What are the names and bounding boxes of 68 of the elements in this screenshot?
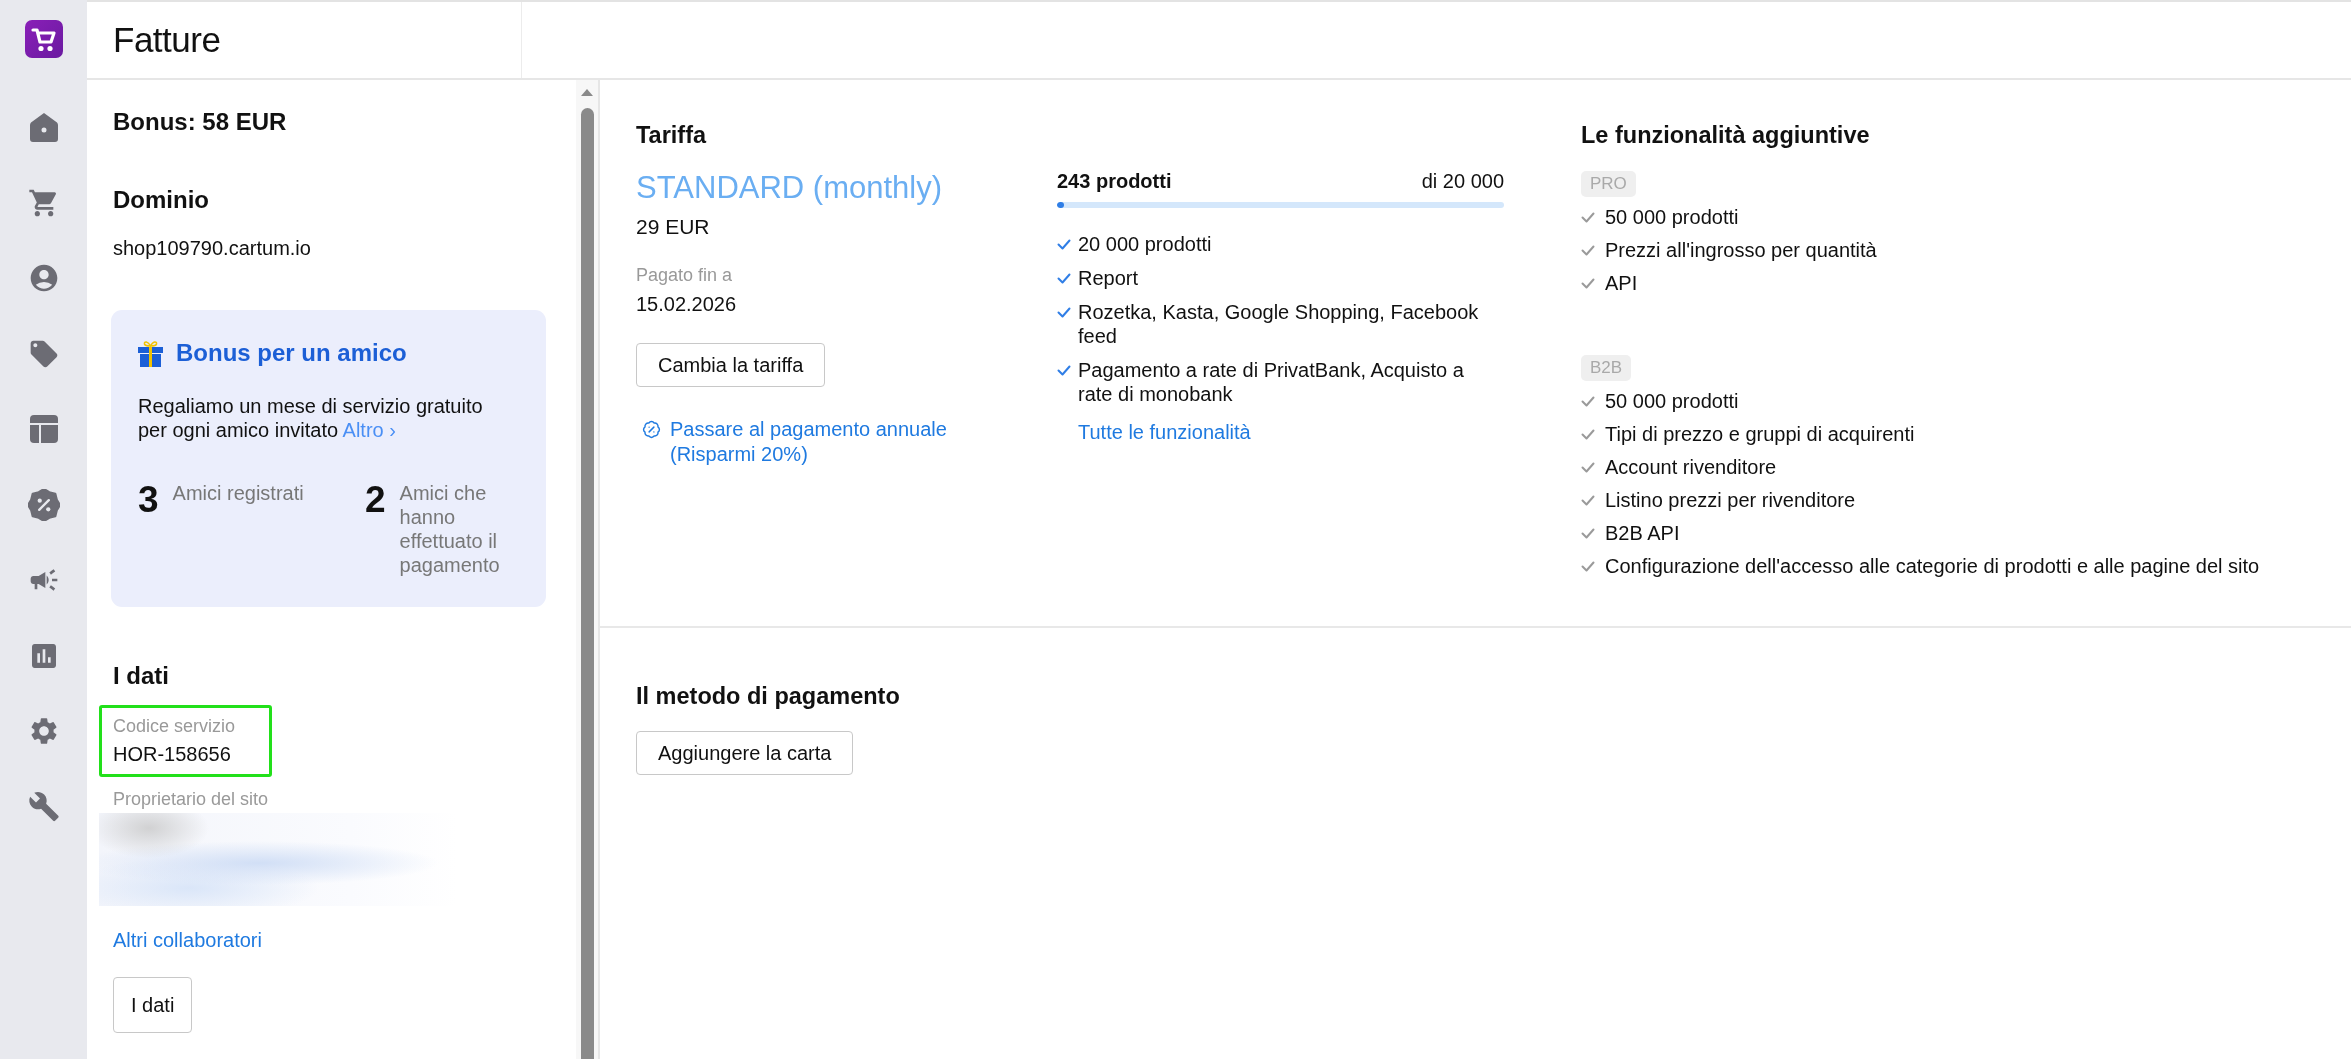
scroll-up-arrow-icon[interactable] bbox=[581, 89, 593, 96]
domain-text: shop109790.cartum.io bbox=[113, 237, 312, 259]
scrollbar[interactable] bbox=[576, 80, 598, 1059]
feature-text: Report bbox=[1078, 266, 1139, 290]
check-icon bbox=[1581, 395, 1595, 407]
product-limit: di 20 000 bbox=[1421, 170, 1504, 192]
check-icon bbox=[1581, 428, 1595, 440]
check-icon bbox=[1581, 277, 1595, 289]
product-count: 243 prodotti bbox=[1057, 170, 1172, 192]
referral-text: Regaliamo un mese di servizio gratuito per ogni amico invitato Altro › bbox=[138, 394, 484, 442]
stat-value: 2 bbox=[365, 480, 386, 520]
feature-text: Listino prezzi per rivenditore bbox=[1605, 489, 1856, 511]
check-icon bbox=[1057, 306, 1071, 318]
feature-text: B2B API bbox=[1605, 522, 1680, 544]
check-icon bbox=[1057, 272, 1071, 284]
feature-text: Configurazione dell'accesso alle categorie di prodotti e alle pagine del sito bbox=[1605, 555, 2260, 577]
check-icon bbox=[1581, 211, 1595, 223]
feature-text: 50 000 prodotti bbox=[1605, 206, 1739, 228]
field-label: Proprietario del sito bbox=[113, 789, 269, 809]
feature-text: Pagamento a rate di PrivatBank, Acquisto a rate di monobank bbox=[1078, 358, 1465, 406]
layout-icon[interactable] bbox=[29, 415, 58, 443]
plan-price: 29 EUR bbox=[636, 216, 710, 238]
field-label: Codice servizio bbox=[113, 716, 237, 736]
feature-text: Account rivenditore bbox=[1605, 456, 1777, 478]
scrollbar-thumb[interactable] bbox=[580, 108, 594, 1059]
cart-logo-icon bbox=[24, 20, 63, 58]
paid-until-label: Pagato fin a bbox=[636, 265, 733, 285]
bonus-balance: Bonus: 58 EUR bbox=[113, 109, 288, 135]
plan-badge: B2B bbox=[1581, 355, 1632, 381]
section-heading: I dati bbox=[113, 663, 170, 689]
details-button[interactable]: I dati bbox=[113, 977, 193, 1033]
feature-text: Prezzi all'ingrosso per quantità bbox=[1605, 239, 1877, 261]
check-icon bbox=[1581, 494, 1595, 506]
plan-badge: PRO bbox=[1581, 171, 1636, 197]
field-value: HOR-158656 bbox=[113, 743, 232, 765]
check-icon bbox=[1581, 461, 1595, 473]
stat-value: 3 bbox=[138, 480, 159, 520]
feature-text: API bbox=[1605, 272, 1638, 294]
feature-text: 20 000 prodotti bbox=[1078, 232, 1212, 256]
feature-text: Rozetka, Kasta, Google Shopping, Facebook feed bbox=[1078, 300, 1480, 348]
stat-label: Amici registrati bbox=[172, 481, 304, 505]
more-link[interactable]: Altro › bbox=[342, 419, 396, 441]
section-heading: Il metodo di pagamento bbox=[636, 684, 900, 708]
paid-until-date: 15.02.2026 bbox=[636, 293, 737, 315]
feature-text: Tipi di prezzo e gruppi di acquirenti bbox=[1605, 423, 1915, 445]
plan-name: STANDARD (monthly) bbox=[636, 172, 943, 204]
add-card-button[interactable]: Aggiungere la carta bbox=[636, 731, 854, 775]
check-icon bbox=[1581, 527, 1595, 539]
change-plan-button[interactable]: Cambia la tariffa bbox=[636, 343, 826, 387]
gift-icon bbox=[138, 339, 163, 367]
all-features-link[interactable]: Tutte le funzionalità bbox=[1078, 420, 1251, 444]
section-heading: Dominio bbox=[113, 187, 210, 213]
section-heading: Tariffa bbox=[636, 123, 707, 147]
wrench-icon[interactable] bbox=[27, 790, 60, 823]
check-icon bbox=[1581, 560, 1595, 572]
stat-label: Amici che hanno effettuato il pagamento bbox=[399, 481, 501, 577]
check-icon bbox=[1057, 364, 1071, 376]
check-icon bbox=[1057, 238, 1071, 250]
page-title: Fatture bbox=[113, 20, 221, 60]
percent-badge-icon bbox=[642, 420, 661, 439]
percent-badge-icon[interactable] bbox=[27, 488, 60, 521]
section-heading: Le funzionalità aggiuntive bbox=[1581, 123, 1870, 147]
feature-text: 50 000 prodotti bbox=[1605, 390, 1739, 412]
annual-payment-link[interactable]: Passare al pagamento annuale (Risparmi 20%) bbox=[642, 417, 1000, 467]
check-icon bbox=[1581, 244, 1595, 256]
referral-title: Bonus per un amico bbox=[176, 339, 407, 367]
home-icon[interactable] bbox=[28, 111, 59, 143]
collaborators-link[interactable]: Altri collaboratori bbox=[113, 929, 262, 951]
